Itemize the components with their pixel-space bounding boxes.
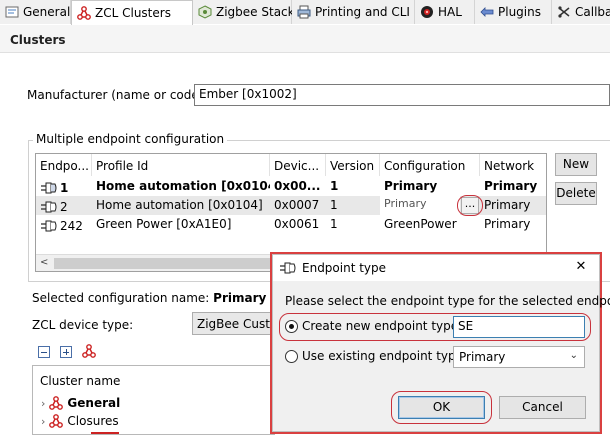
cluster-icon (49, 414, 64, 428)
tab-plugins[interactable]: Plugins (475, 0, 552, 24)
scroll-left-icon[interactable]: < (40, 257, 48, 268)
tab-callbacks[interactable]: Callba (552, 0, 610, 24)
chevron-down-icon: ⌄ (569, 350, 578, 361)
selected-config-label: Selected configuration name: Primary (32, 291, 267, 305)
zcl-device-type-select[interactable]: ZigBee Custom (192, 312, 276, 335)
dialog-titlebar[interactable]: Endpoint type (273, 255, 599, 281)
column-header-configuration[interactable]: Configuration (380, 154, 480, 176)
profile-cell: Green Power [0xA1E0] (96, 217, 232, 231)
tree-item-general[interactable]: › General (33, 394, 274, 412)
tree-item-label: General (67, 396, 121, 410)
network-cell: Primary (484, 179, 538, 193)
highlight-annotation (457, 195, 483, 216)
cluster-tree-header: Cluster name (40, 374, 121, 388)
table-row[interactable]: 1 Home automation [0x0104] 0x00... 1 Pri… (36, 177, 546, 196)
tab-hal[interactable]: HAL (415, 0, 475, 24)
tree-item-closures[interactable]: › Closures (33, 412, 274, 430)
configuration-cell: GreenPower (384, 217, 457, 231)
network-cell: Primary (484, 217, 531, 231)
use-existing-radio[interactable] (285, 349, 298, 363)
device-cell: 0x00... (274, 179, 321, 193)
expand-arrow-icon[interactable]: › (41, 415, 45, 428)
tab-zcl-clusters[interactable]: ZCL Clusters (71, 0, 193, 25)
close-icon[interactable]: ✕ (571, 259, 591, 277)
profile-cell: Home automation [0x0104] (96, 179, 270, 193)
plugins-icon (480, 5, 494, 19)
endpoint-icon (40, 181, 58, 195)
endpoint-type-dialog: Endpoint type ✕ Please select the endpoi… (272, 254, 610, 432)
manufacturer-input[interactable]: Ember [0x1002] (194, 84, 610, 106)
use-existing-option[interactable]: Use existing endpoint type: (285, 349, 467, 363)
column-header-device[interactable]: Devic... (270, 154, 326, 176)
endpoint-number: 242 (60, 218, 83, 233)
network-cell: Primary (484, 198, 531, 212)
expand-all-icon[interactable] (60, 346, 72, 358)
highlight-annotation (279, 313, 591, 341)
tab-general[interactable]: General (0, 0, 71, 24)
callbacks-icon (557, 5, 571, 19)
hal-icon (420, 5, 434, 19)
collapse-all-icon[interactable] (38, 346, 50, 358)
new-endpoint-button[interactable]: New (555, 153, 597, 176)
cluster-icon (49, 396, 64, 410)
expand-arrow-icon[interactable]: › (41, 397, 45, 410)
column-header-profile[interactable]: Profile Id (92, 154, 270, 176)
column-header-endpoint[interactable]: Endpo... (36, 154, 92, 176)
column-header-network[interactable]: Network (480, 154, 546, 176)
dialog-prompt: Please select the endpoint type for the … (285, 294, 610, 308)
zcl-device-type-label: ZCL device type: (32, 318, 134, 332)
cluster-tree-icon[interactable] (82, 344, 96, 358)
tab-label: Zigbee Stack (216, 5, 295, 19)
configuration-cell: Primary (384, 179, 438, 193)
tab-printing-cli[interactable]: Printing and CLI (292, 0, 415, 24)
tree-item-label: Closures (67, 414, 119, 428)
version-cell: 1 (330, 179, 339, 193)
version-cell: 1 (330, 198, 338, 212)
endpoint-icon (40, 200, 58, 214)
tab-label: HAL (438, 5, 462, 19)
tab-label: Callba (575, 5, 610, 19)
delete-endpoint-button[interactable]: Delete (555, 182, 597, 205)
tab-label: Printing and CLI (315, 5, 410, 19)
existing-endpoint-type-value: Primary (459, 350, 506, 364)
endpoint-icon (40, 219, 58, 233)
highlight-annotation (391, 391, 492, 424)
endpoint-number: 1 (60, 180, 69, 195)
general-icon (5, 5, 19, 19)
dialog-title: Endpoint type (302, 261, 387, 275)
existing-endpoint-type-select[interactable]: Primary ⌄ (453, 346, 585, 368)
endpoint-number: 2 (60, 199, 68, 214)
version-cell: 1 (330, 217, 338, 231)
cancel-button[interactable]: Cancel (499, 396, 586, 419)
use-existing-label: Use existing endpoint type: (302, 349, 468, 363)
tab-label: Plugins (498, 5, 541, 19)
section-title: Clusters (0, 25, 610, 53)
configuration-cell-editor[interactable]: Primary (380, 196, 460, 215)
endpoint-icon (279, 261, 297, 275)
tab-label: ZCL Clusters (95, 6, 171, 20)
zigbee-stack-icon (198, 5, 212, 19)
printing-icon (297, 5, 311, 19)
manufacturer-label: Manufacturer (name or code): (27, 88, 208, 102)
column-header-version[interactable]: Version (326, 154, 380, 176)
table-row[interactable]: 242 Green Power [0xA1E0] 0x0061 1 GreenP… (36, 215, 546, 234)
device-cell: 0x0061 (274, 217, 320, 231)
zcl-clusters-icon (77, 6, 91, 20)
editor-tab-bar: General ZCL Clusters Zigbee Stack Printi… (0, 0, 610, 25)
device-cell: 0x0007 (274, 198, 320, 212)
scrollbar-thumb[interactable] (54, 258, 274, 269)
profile-cell: Home automation [0x0104] (96, 198, 263, 212)
selected-config-value: Primary (213, 291, 267, 305)
tab-zigbee-stack[interactable]: Zigbee Stack (193, 0, 295, 24)
cluster-tree: Cluster name › General › Closures (32, 365, 275, 435)
endpoint-group-label: Multiple endpoint configuration (33, 132, 228, 146)
tab-label: General (23, 5, 71, 19)
